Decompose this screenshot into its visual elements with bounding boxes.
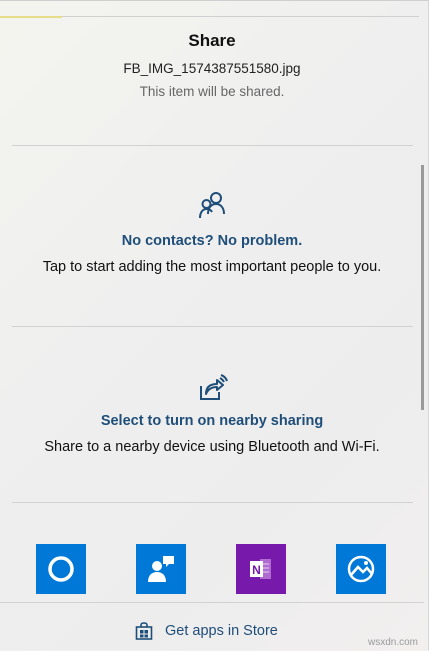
share-title: Share — [188, 31, 236, 50]
contacts-heading: No contacts? No problem. — [121, 233, 303, 249]
nearby-description: Share to a nearby device using Bluetooth… — [44, 439, 380, 455]
people-app-icon — [148, 556, 174, 582]
scrollbar-thumb[interactable] — [421, 165, 424, 410]
app-tile-cortana[interactable] — [36, 544, 86, 594]
top-rule — [62, 16, 419, 17]
top-accent-bar — [0, 16, 62, 18]
nearby-sharing-section[interactable]: Select to turn on nearby sharing Share t… — [0, 372, 424, 457]
contacts-description: Tap to start adding the most important p… — [42, 259, 382, 275]
store-link-label: Get apps in Store — [165, 623, 278, 639]
photos-icon — [347, 555, 375, 583]
app-list: N — [0, 544, 424, 596]
get-apps-store-link[interactable]: Get apps in Store — [135, 622, 278, 640]
contacts-section[interactable]: No contacts? No problem. Tap to start ad… — [0, 190, 424, 277]
onenote-icon: N — [250, 559, 271, 579]
app-tile-onenote[interactable]: N — [236, 544, 286, 594]
nearby-share-icon — [200, 374, 228, 400]
shared-filename: FB_IMG_1574387551580.jpg — [123, 61, 301, 76]
top-border — [0, 0, 429, 1]
divider-middle — [12, 326, 413, 327]
nearby-heading: Select to turn on nearby sharing — [100, 413, 324, 429]
share-header: Share FB_IMG_1574387551580.jpg This item… — [0, 30, 424, 101]
divider-bottom — [12, 502, 413, 503]
store-bag-icon — [135, 622, 153, 640]
watermark: wsxdn.com — [367, 637, 418, 648]
cortana-icon — [48, 556, 74, 582]
share-subtitle: This item will be shared. — [139, 84, 285, 99]
app-tile-photos[interactable] — [336, 544, 386, 594]
svg-text:N: N — [252, 563, 261, 577]
store-footer: Get apps in Store — [0, 602, 424, 651]
app-tile-people[interactable] — [136, 544, 186, 594]
divider-top — [12, 145, 413, 146]
share-panel: Share FB_IMG_1574387551580.jpg This item… — [0, 0, 429, 650]
people-icon — [199, 192, 225, 219]
